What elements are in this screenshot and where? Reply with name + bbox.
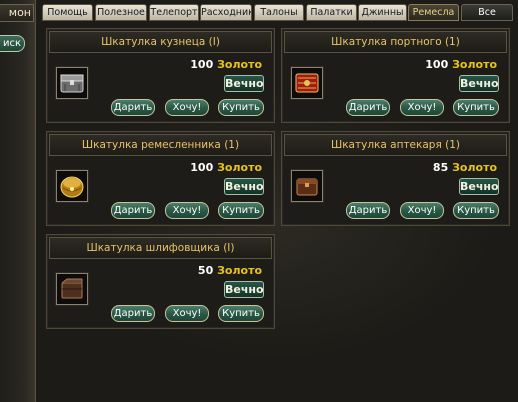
item-title: Шкатулка аптекаря (1): [284, 134, 507, 156]
blacksmith-box-icon[interactable]: [56, 67, 88, 99]
tab-useful[interactable]: Полезное: [95, 4, 147, 21]
gift-button[interactable]: Дарить: [111, 99, 155, 116]
left-side-panel: мон иск: [0, 0, 36, 402]
price-amount: 85: [432, 161, 449, 174]
price-currency: Золото: [452, 58, 497, 71]
polisher-box-icon[interactable]: [56, 273, 88, 305]
duration-badge: Вечно: [224, 75, 264, 92]
buy-button[interactable]: Купить: [218, 202, 264, 219]
item-price: 100 Золото: [190, 162, 262, 174]
want-button[interactable]: Хочу!: [165, 202, 209, 219]
left-panel-tab[interactable]: мон: [0, 4, 34, 22]
price-currency: Золото: [452, 161, 497, 174]
tab-coupons[interactable]: Талоны: [254, 4, 304, 21]
item-card-polisher-box: Шкатулка шлифовщика (I) 50 Золото Вечно …: [46, 234, 275, 329]
duration-badge: Вечно: [224, 178, 264, 195]
gift-button[interactable]: Дарить: [346, 202, 390, 219]
gift-button[interactable]: Дарить: [346, 99, 390, 116]
price-currency: Золото: [217, 264, 262, 277]
item-title: Шкатулка шлифовщика (I): [49, 237, 272, 259]
gift-button[interactable]: Дарить: [111, 305, 155, 322]
buy-button[interactable]: Купить: [218, 305, 264, 322]
tab-crafts[interactable]: Ремесла: [408, 4, 459, 21]
want-button[interactable]: Хочу!: [165, 99, 209, 116]
tailor-box-icon[interactable]: [291, 67, 323, 99]
craftsman-box-icon[interactable]: [56, 170, 88, 202]
tab-genies[interactable]: Джинны: [358, 4, 407, 21]
want-button[interactable]: Хочу!: [165, 305, 209, 322]
item-card-blacksmith-box: Шкатулка кузнеца (I) 100 Золото Вечно Да…: [46, 28, 275, 123]
gift-button[interactable]: Дарить: [111, 202, 155, 219]
price-currency: Золото: [217, 58, 262, 71]
item-card-apothecary-box: Шкатулка аптекаря (1) 85 Золото Вечно Да…: [281, 131, 510, 226]
duration-badge: Вечно: [459, 75, 499, 92]
duration-badge: Вечно: [459, 178, 499, 195]
item-price: 100 Золото: [190, 59, 262, 71]
item-title: Шкатулка кузнеца (I): [49, 31, 272, 53]
tab-help[interactable]: Помощь: [42, 4, 93, 21]
item-card-tailor-box: Шкатулка портного (1) 100 Золото Вечно Д…: [281, 28, 510, 123]
want-button[interactable]: Хочу!: [400, 99, 444, 116]
left-panel-search-button[interactable]: иск: [0, 35, 25, 52]
item-price: 85 Золото: [433, 162, 497, 174]
item-price: 100 Золото: [425, 59, 497, 71]
item-title: Шкатулка портного (1): [284, 31, 507, 53]
item-title: Шкатулка ремесленника (1): [49, 134, 272, 156]
want-button[interactable]: Хочу!: [400, 202, 444, 219]
item-card-craftsman-box: Шкатулка ремесленника (1) 100 Золото Веч…: [46, 131, 275, 226]
tab-tents[interactable]: Палатки: [306, 4, 357, 21]
duration-badge: Вечно: [224, 281, 264, 298]
tab-teleport[interactable]: Телепорт: [149, 4, 199, 21]
apothecary-box-icon[interactable]: [291, 170, 323, 202]
buy-button[interactable]: Купить: [453, 99, 499, 116]
tab-all[interactable]: Все: [461, 4, 513, 21]
item-price: 50 Золото: [198, 265, 262, 277]
buy-button[interactable]: Купить: [453, 202, 499, 219]
tab-consumables[interactable]: Расходники: [200, 4, 252, 21]
price-amount: 100: [190, 161, 214, 174]
price-amount: 100: [190, 58, 214, 71]
price-amount: 50: [197, 264, 214, 277]
price-currency: Золото: [217, 161, 262, 174]
price-amount: 100: [425, 58, 449, 71]
buy-button[interactable]: Купить: [218, 99, 264, 116]
